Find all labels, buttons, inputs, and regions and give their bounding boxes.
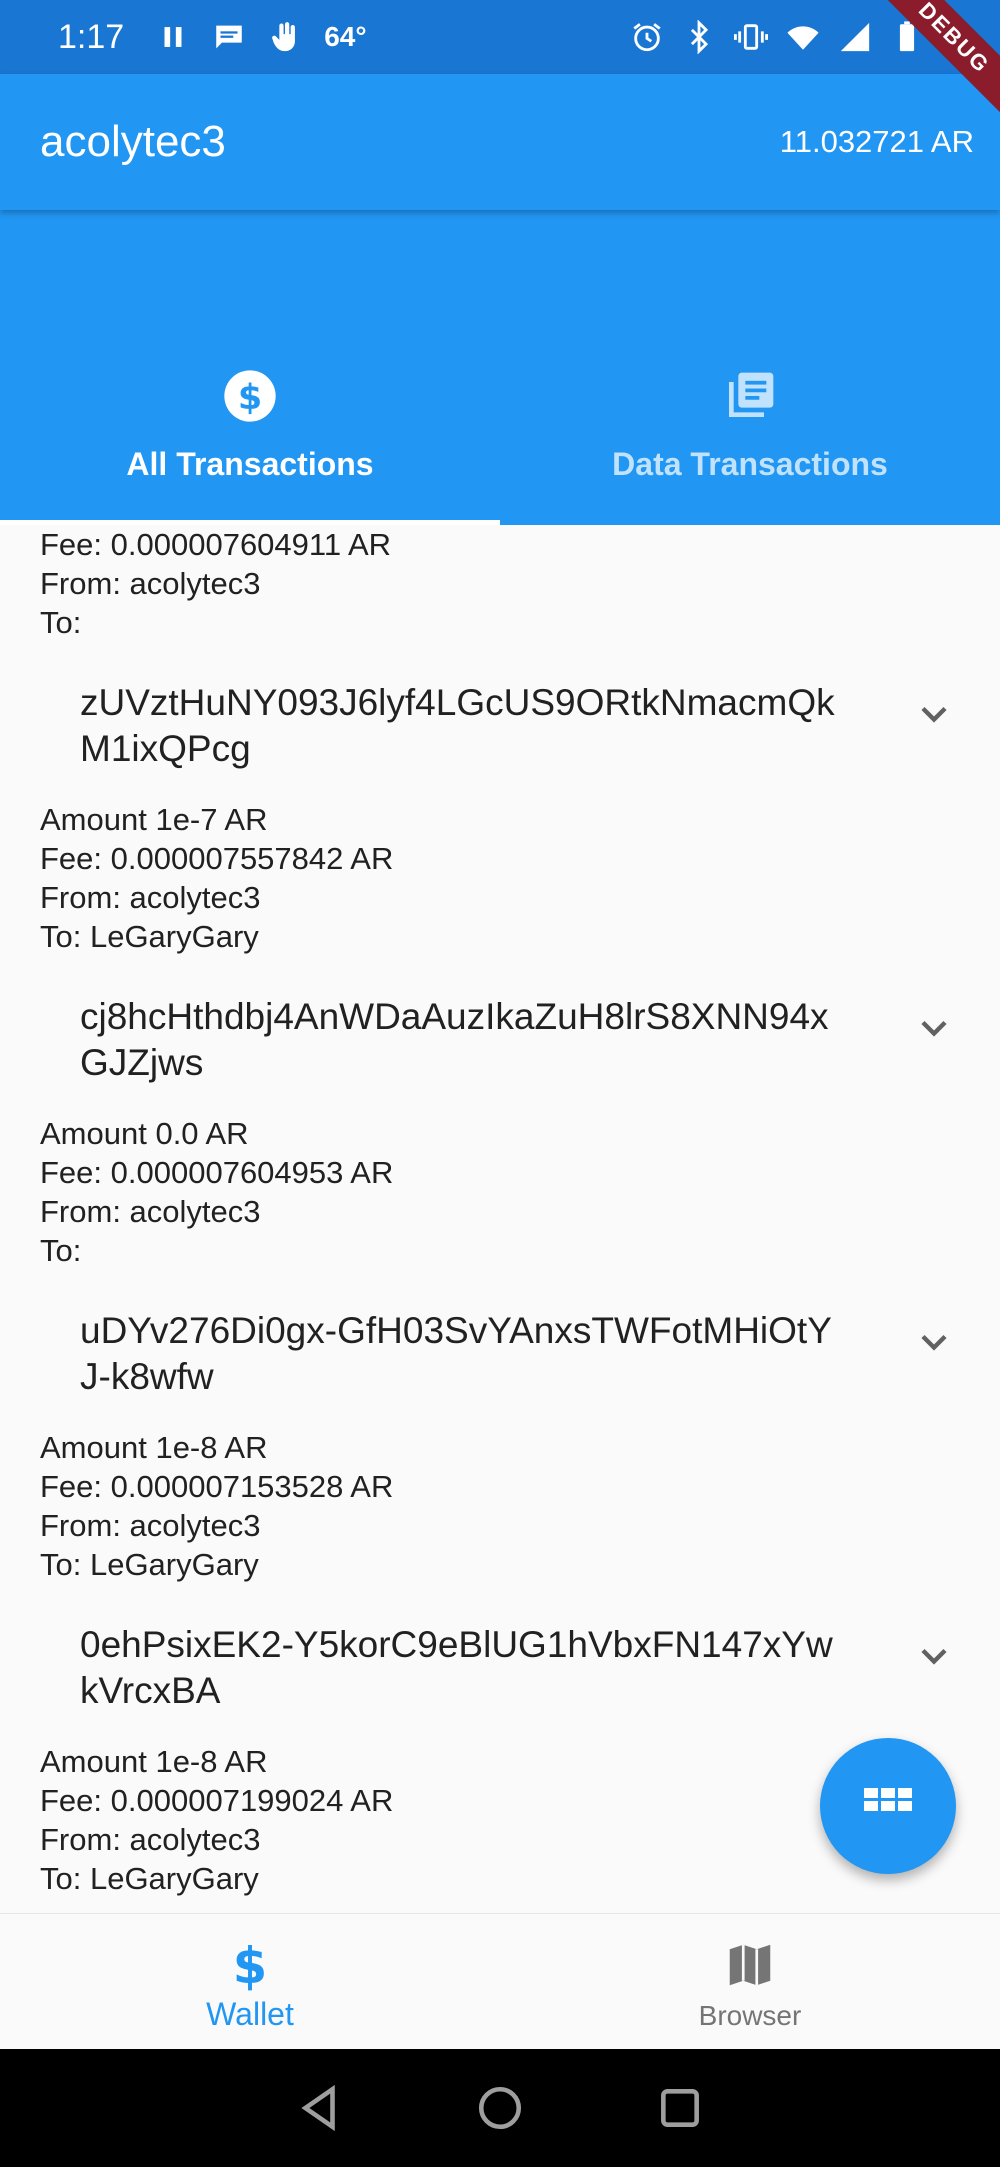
transaction-id: zUVztHuNY093J6lyf4LGcUS9ORtkNmacmQkM1ixQ… <box>80 682 835 769</box>
status-bar: 1:17 64° <box>0 0 1000 74</box>
tab-area: $ All Transactions Data Transactions <box>0 210 1000 525</box>
map-icon <box>729 1944 771 1986</box>
alarm-icon <box>633 23 661 52</box>
transaction-item: cj8hcHthdbj4AnWDaAuzIkaZuH8lrS8XNN94xGJZ… <box>0 994 1000 1270</box>
app-bar: acolytec3 11.032721 AR <box>0 74 1000 210</box>
nav-label: Wallet <box>206 1996 294 2032</box>
svg-text:$: $ <box>233 1938 267 1992</box>
transaction-header[interactable]: 0ehPsixEK2-Y5korC9eBlUG1hVbxFN147xYwkVrc… <box>0 1622 1000 1714</box>
transaction-list[interactable]: Fee: 0.000007604911 AR From: acolytec3 T… <box>0 525 1000 1913</box>
apps-grid-icon <box>864 1788 912 1811</box>
tab-data-transactions[interactable]: Data Transactions <box>500 350 1000 525</box>
message-icon <box>216 25 242 49</box>
nav-label: Browser <box>698 2000 802 2031</box>
tx-amount: Amount 0.0 AR <box>40 1116 249 1151</box>
svg-text:$: $ <box>238 378 262 418</box>
vibrate-icon <box>734 24 768 50</box>
nav-wallet[interactable]: $ Wallet <box>0 1914 500 2049</box>
tx-amount: Amount 1e-8 AR <box>40 1430 268 1465</box>
chevron-down-icon[interactable] <box>912 1320 956 1364</box>
apps-fab-button[interactable] <box>820 1738 956 1874</box>
status-temperature: 64° <box>324 21 367 52</box>
tx-fee: Fee: 0.000007557842 AR <box>40 841 394 876</box>
transaction-header[interactable]: zUVztHuNY093J6lyf4LGcUS9ORtkNmacmQkM1ixQ… <box>0 680 1000 772</box>
app-title: acolytec3 <box>40 117 226 166</box>
tx-fee: Fee: 0.000007604953 AR <box>40 1155 394 1190</box>
transaction-id: 0ehPsixEK2-Y5korC9eBlUG1hVbxFN147xYwkVrc… <box>80 1624 833 1711</box>
tx-from: From: acolytec3 <box>40 1194 261 1229</box>
wifi-icon <box>787 26 819 50</box>
bluetooth-icon <box>690 20 709 54</box>
tab-label: Data Transactions <box>612 446 888 482</box>
tx-to: To: <box>40 605 82 640</box>
tx-amount: Amount 1e-7 AR <box>40 802 268 837</box>
transaction-item: uDYv276Di0gx-GfH03SvYAnxsTWFotMHiOtYJ-k8… <box>0 1308 1000 1584</box>
tab-indicator <box>0 520 500 525</box>
chevron-down-icon[interactable] <box>912 1634 956 1678</box>
status-time: 1:17 <box>58 17 125 56</box>
bottom-navigation: $ Wallet Browser <box>0 1913 1000 2049</box>
system-navigation-bar <box>0 2049 1000 2167</box>
tx-to: To: LeGaryGary <box>40 1861 259 1896</box>
transaction-header[interactable]: uDYv276Di0gx-GfH03SvYAnxsTWFotMHiOtYJ-k8… <box>0 1308 1000 1400</box>
home-icon[interactable] <box>475 2083 525 2133</box>
transaction-id: uDYv276Di0gx-GfH03SvYAnxsTWFotMHiOtYJ-k8… <box>80 1310 832 1397</box>
tx-fee: Fee: 0.000007604911 AR <box>40 527 392 562</box>
dollar-icon: $ <box>233 1938 267 1992</box>
tab-bar: $ All Transactions Data Transactions <box>0 350 1000 525</box>
back-icon[interactable] <box>295 2083 345 2133</box>
tx-to: To: LeGaryGary <box>40 1547 259 1582</box>
tx-fee: Fee: 0.000007153528 AR <box>40 1469 394 1504</box>
tx-to: To: LeGaryGary <box>40 919 259 954</box>
partial-transaction-details: Fee: 0.000007604911 AR From: acolytec3 T… <box>0 525 1000 642</box>
signal-icon <box>840 22 870 52</box>
pause-icon <box>164 27 182 47</box>
status-right <box>630 20 924 54</box>
nav-browser[interactable]: Browser <box>500 1914 1000 2049</box>
library-books-icon <box>729 372 774 417</box>
wallet-balance: 11.032721 AR <box>779 124 974 159</box>
recents-icon[interactable] <box>655 2083 705 2133</box>
transaction-header[interactable]: cj8hcHthdbj4AnWDaAuzIkaZuH8lrS8XNN94xGJZ… <box>0 994 1000 1086</box>
status-left: 1:17 64° <box>58 18 367 57</box>
tx-from: From: acolytec3 <box>40 566 261 601</box>
tx-from: From: acolytec3 <box>40 880 261 915</box>
tx-from: From: acolytec3 <box>40 1508 261 1543</box>
tx-to: To: <box>40 1233 82 1268</box>
hand-icon <box>272 22 296 52</box>
tab-all-transactions[interactable]: $ All Transactions <box>0 350 500 525</box>
chevron-down-icon[interactable] <box>912 692 956 736</box>
transaction-item: zUVztHuNY093J6lyf4LGcUS9ORtkNmacmQkM1ixQ… <box>0 680 1000 956</box>
dollar-icon: $ <box>224 370 276 422</box>
tab-label: All Transactions <box>126 446 374 482</box>
chevron-down-icon[interactable] <box>912 1006 956 1050</box>
transaction-id: cj8hcHthdbj4AnWDaAuzIkaZuH8lrS8XNN94xGJZ… <box>80 996 829 1083</box>
